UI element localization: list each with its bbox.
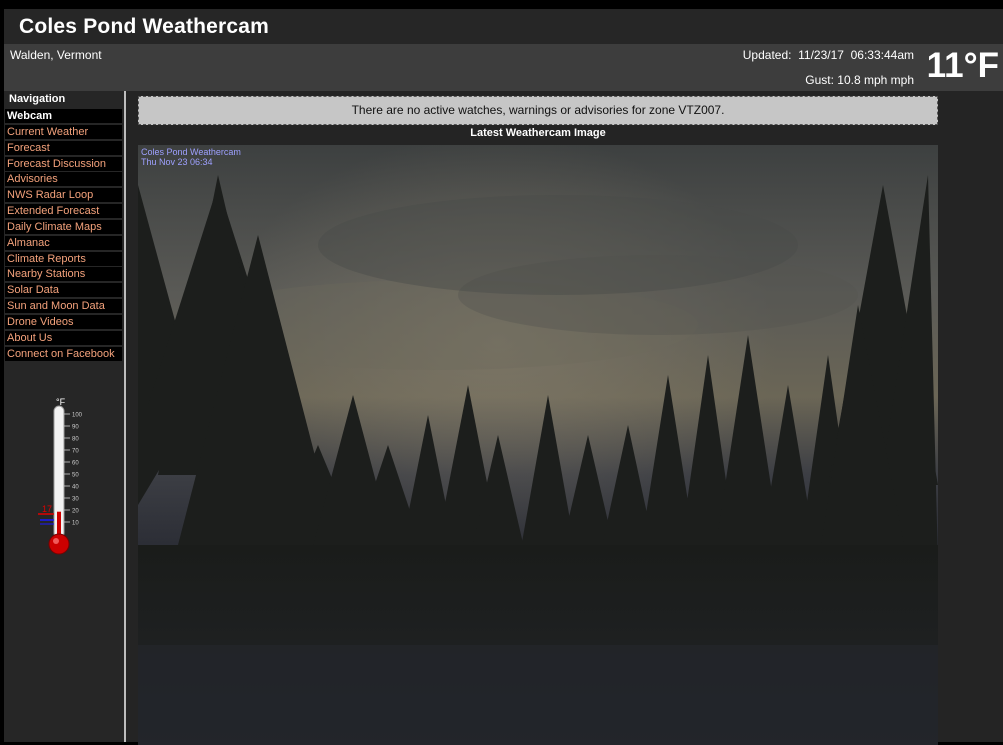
- webcam-image[interactable]: Coles Pond Weathercam Thu Nov 23 06:34: [138, 145, 938, 745]
- nav-item-nearby-stations[interactable]: Nearby Stations: [5, 267, 122, 282]
- wind-gust: Gust: 10.8 mph mph: [805, 73, 914, 87]
- thermometer-tick-label: 20: [72, 509, 79, 515]
- thermometer-tick-label: 70: [72, 449, 79, 455]
- nav-item-sun-and-moon-data[interactable]: Sun and Moon Data: [5, 299, 122, 314]
- nav-item-drone-videos[interactable]: Drone Videos: [5, 314, 122, 329]
- thermometer-tick-label: 40: [72, 485, 79, 491]
- thermometer-tick-label: 60: [72, 461, 79, 467]
- thermometer-tick-label: 50: [72, 473, 79, 479]
- nav-item-forecast[interactable]: Forecast: [5, 140, 122, 155]
- nav-item-solar-data[interactable]: Solar Data: [5, 283, 122, 298]
- nav-item-daily-climate-maps[interactable]: Daily Climate Maps: [5, 219, 122, 234]
- nav-item-nws-radar-loop[interactable]: NWS Radar Loop: [5, 188, 122, 203]
- thermometer-tick-label: 100: [72, 413, 83, 419]
- nav-item-facebook[interactable]: Connect on Facebook: [5, 346, 122, 361]
- advisory-banner: There are no active watches, warnings or…: [138, 96, 938, 125]
- thermometer-tick-label: 10: [72, 521, 79, 527]
- location-label: Walden, Vermont: [10, 48, 102, 62]
- nav-list: Webcam Current Weather Forecast Forecast…: [5, 109, 122, 363]
- page: Coles Pond Weathercam Walden, Vermont Up…: [4, 9, 1003, 745]
- thermometer-tick-label: 30: [72, 497, 79, 503]
- thermometer-scale: 100 90 80 70 60 50 40 30 20 10: [64, 413, 83, 527]
- nav-item-about-us[interactable]: About Us: [5, 330, 122, 345]
- webcam-timestamp-overlay: Coles Pond Weathercam Thu Nov 23 06:34: [141, 147, 241, 167]
- webcam-overlay-title: Coles Pond Weathercam: [141, 147, 241, 157]
- nav-title: Navigation: [9, 93, 66, 105]
- nav-item-almanac[interactable]: Almanac: [5, 235, 122, 250]
- thermometer-icon: °F 100 90 80 70 60 50 40 30 20 10 17: [38, 397, 83, 555]
- nav-item-climate-reports[interactable]: Climate Reports: [5, 251, 122, 266]
- title-bar: Coles Pond Weathercam: [4, 9, 1003, 44]
- thermometer-tick-label: 80: [72, 437, 79, 443]
- nav-item-extended-forecast[interactable]: Extended Forecast: [5, 204, 122, 219]
- updated-timestamp: Updated: 11/23/17 06:33:44am: [742, 48, 914, 62]
- bulb-highlight: [53, 538, 59, 544]
- conditions-bar: Walden, Vermont Updated: 11/23/17 06:33:…: [4, 44, 1003, 91]
- thermometer-bulb: [48, 533, 70, 555]
- nav-item-forecast-discussion[interactable]: Forecast Discussion: [5, 156, 122, 171]
- webcam-overlay-time: Thu Nov 23 06:34: [141, 157, 213, 167]
- nav-item-webcam[interactable]: Webcam: [5, 109, 122, 123]
- site-title: Coles Pond Weathercam: [19, 15, 270, 38]
- thermometer-tick-label: 90: [72, 425, 79, 431]
- current-temperature: 11°F: [926, 46, 999, 85]
- sidebar: Navigation Webcam Current Weather Foreca…: [4, 91, 126, 742]
- image-caption: Latest Weathercam Image: [470, 127, 606, 139]
- nav-item-advisories[interactable]: Advisories: [5, 172, 122, 187]
- webcam-scene: [138, 145, 938, 745]
- nav-item-current-weather[interactable]: Current Weather: [5, 124, 122, 139]
- thermometer-unit: °F: [56, 397, 66, 407]
- thermometer-marker-label: 17: [42, 504, 52, 514]
